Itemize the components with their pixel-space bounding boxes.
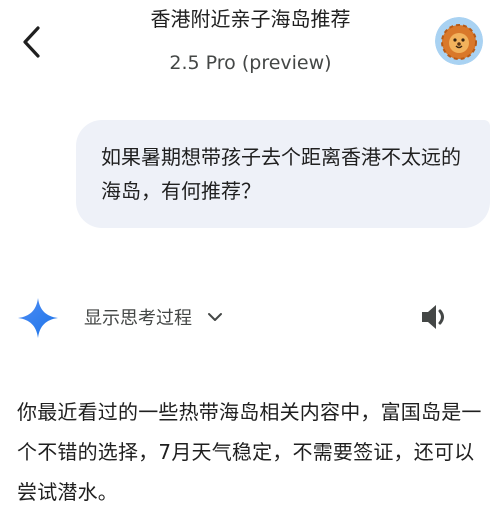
- speaker-icon: [422, 305, 444, 329]
- chevron-down-icon: [208, 313, 222, 321]
- chat-title: 香港附近亲子海岛推荐: [150, 7, 351, 31]
- top-app-bar: 香港附近亲子海岛推荐 2.5 Pro (preview): [0, 0, 501, 100]
- lion-avatar-icon: [435, 17, 483, 65]
- show-thinking-label: 显示思考过程: [84, 308, 192, 329]
- model-selector[interactable]: 2.5 Pro (preview): [0, 50, 501, 76]
- assistant-response: 你最近看过的一些热带海岛相关内容中，富国岛是一个不错的选择，7月天气稳定，不需要…: [17, 400, 482, 504]
- avatar[interactable]: [435, 17, 483, 65]
- user-message-bubble: 如果暑期想带孩子去个距离香港不太远的海岛，有何推荐？: [76, 120, 490, 228]
- gemini-sparkle-icon: [16, 296, 60, 340]
- show-thinking-toggle[interactable]: 显示思考过程: [84, 302, 224, 332]
- read-aloud-button[interactable]: [420, 303, 452, 331]
